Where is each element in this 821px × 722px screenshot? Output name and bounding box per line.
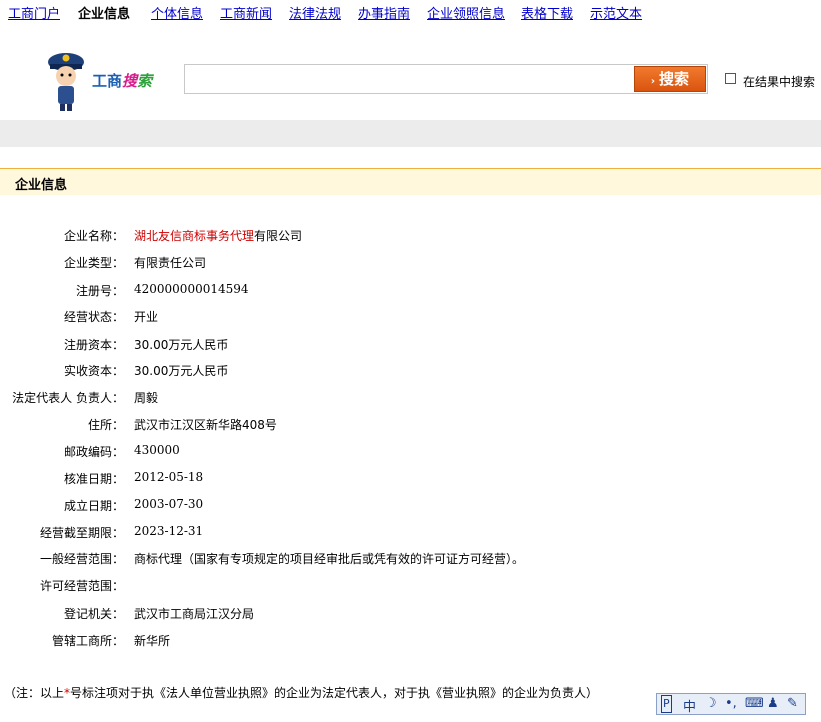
field-value: 新华所 <box>134 634 171 648</box>
nav-link-laws[interactable]: 法律法规 <box>289 3 341 22</box>
arrow-right-icon: › <box>650 76 656 87</box>
top-nav: 工商门户 企业信息 个体信息 工商新闻 法律法规 办事指南 企业领照信息 表格下… <box>0 0 821 26</box>
detail-row-postcode: 邮政编码： 430000 <box>0 443 821 461</box>
footnote: （注：以上*号标注项对于执《法人单位营业执照》的企业为法定代表人，对于执《营业执… <box>4 686 599 700</box>
nav-link-portal[interactable]: 工商门户 <box>8 3 60 22</box>
field-label: 管辖工商所： <box>51 634 124 648</box>
field-value: 30.00万元人民币 <box>134 338 229 352</box>
detail-row-general-scope: 一般经营范围： 商标代理（国家有专项规定的项目经审批后或凭有效的许可证方可经营）… <box>0 550 821 568</box>
ime-user-icon[interactable]: ♟ <box>767 696 779 711</box>
nav-link-news[interactable]: 工商新闻 <box>220 3 272 22</box>
field-value: 420000000014594 <box>134 282 249 296</box>
nav-link-individual[interactable]: 个体信息 <box>151 3 203 22</box>
field-value: 武汉市工商局江汉分局 <box>134 607 255 621</box>
nav-link-templates[interactable]: 示范文本 <box>590 3 642 22</box>
detail-row-status: 经营状态： 开业 <box>0 308 821 326</box>
field-value: 湖北友信商标事务代理有限公司 <box>134 229 303 243</box>
nav-link-forms[interactable]: 表格下载 <box>521 3 573 22</box>
nav-link-enterprise[interactable]: 企业信息 <box>78 3 130 22</box>
detail-row-reg-no: 注册号： 420000000014594 <box>0 282 821 300</box>
search-within-results-label: 在结果中搜索 <box>743 75 816 89</box>
field-label: 成立日期： <box>63 499 124 513</box>
field-label: 企业名称： <box>63 229 124 243</box>
ime-chinese-mode-icon[interactable]: 中 <box>683 696 696 715</box>
ime-logo-icon[interactable]: P <box>661 695 672 713</box>
panel-header: 企业信息 <box>0 168 821 195</box>
field-value: 2012-05-18 <box>134 470 204 484</box>
detail-row-approval-date: 核准日期： 2012-05-18 <box>0 470 821 488</box>
field-value: 开业 <box>134 310 159 324</box>
field-value: 商标代理（国家有专项规定的项目经审批后或凭有效的许可证方可经营）。 <box>134 552 525 566</box>
logo-title: 工商搜索 <box>92 72 153 90</box>
field-label: 注册资本： <box>63 338 124 352</box>
detail-row-name: 企业名称： 湖北友信商标事务代理有限公司 <box>0 227 821 245</box>
field-value: 2003-07-30 <box>134 497 204 511</box>
detail-row-established-date: 成立日期： 2003-07-30 <box>0 497 821 515</box>
detail-row-reg-capital: 注册资本： 30.00万元人民币 <box>0 336 821 354</box>
nav-link-license-info[interactable]: 企业领照信息 <box>427 3 505 22</box>
field-label: 住所： <box>87 418 124 432</box>
field-value: 武汉市江汉区新华路408号 <box>134 418 277 432</box>
field-label: 法定代表人 负责人： <box>12 391 124 405</box>
ime-keyboard-icon[interactable]: ⌨ <box>745 696 764 711</box>
field-value: 430000 <box>134 443 180 457</box>
field-label: 核准日期： <box>63 472 124 486</box>
detail-row-expiry: 经营截至期限： 2023-12-31 <box>0 524 821 542</box>
detail-row-address: 住所： 武汉市江汉区新华路408号 <box>0 416 821 434</box>
field-value: 有限责任公司 <box>134 256 207 270</box>
gray-divider-bar <box>0 120 821 147</box>
detail-row-authority: 登记机关： 武汉市工商局江汉分局 <box>0 605 821 623</box>
detail-row-station: 管辖工商所： 新华所 <box>0 632 821 650</box>
field-label: 经营状态： <box>63 310 124 324</box>
ime-punctuation-icon[interactable]: •, <box>725 696 737 711</box>
ime-toolbar[interactable]: P 中 ☽ •, ⌨ ♟ ✎ <box>656 693 806 715</box>
field-value: 2023-12-31 <box>134 524 204 538</box>
detail-row-type: 企业类型： 有限责任公司 <box>0 254 821 272</box>
field-value: 周毅 <box>134 391 159 405</box>
panel-title: 企业信息 <box>15 178 68 193</box>
field-label: 注册号： <box>75 284 124 298</box>
field-value: 30.00万元人民币 <box>134 364 229 378</box>
field-label: 经营截至期限： <box>39 526 124 540</box>
field-label: 一般经营范围： <box>39 552 124 566</box>
search-button[interactable]: › 搜索 <box>634 66 706 92</box>
detail-row-legal-rep: 法定代表人 负责人： 周毅 <box>0 389 821 407</box>
search-within-results-checkbox[interactable] <box>725 73 736 84</box>
search-input[interactable] <box>184 64 708 94</box>
field-label: 实收资本： <box>63 364 124 378</box>
nav-link-guide[interactable]: 办事指南 <box>358 3 410 22</box>
field-label: 企业类型： <box>63 256 124 270</box>
field-label: 登记机关： <box>63 607 124 621</box>
field-label: 许可经营范围： <box>39 579 124 593</box>
ime-settings-icon[interactable]: ✎ <box>787 696 798 711</box>
ime-moon-icon[interactable]: ☽ <box>705 696 717 711</box>
detail-row-licensed-scope: 许可经营范围： <box>0 577 821 595</box>
field-label: 邮政编码： <box>63 445 124 459</box>
detail-row-paid-capital: 实收资本： 30.00万元人民币 <box>0 362 821 380</box>
